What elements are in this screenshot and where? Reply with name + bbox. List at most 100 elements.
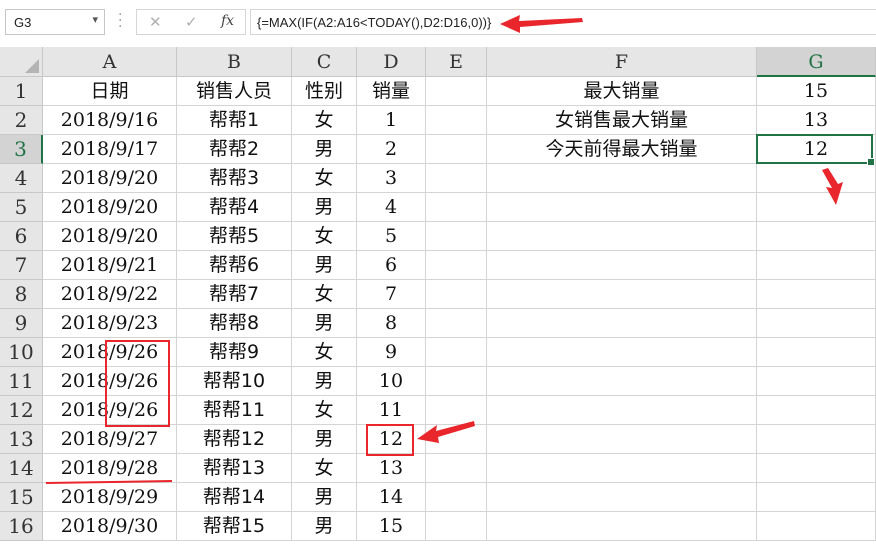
cell-f2[interactable]: 女销售最大销量 [487,106,757,135]
cell-a6[interactable]: 2018/9/20 [43,222,177,251]
cell-e1[interactable] [426,77,487,106]
column-header-d[interactable]: D [357,47,426,77]
cell-d12[interactable]: 11 [357,396,426,425]
cell-a12[interactable]: 2018/9/26 [43,396,177,425]
cell-f10[interactable] [487,338,757,367]
cell-c9[interactable]: 男 [292,309,357,338]
cell-d13[interactable]: 12 [357,425,426,454]
cell-e4[interactable] [426,164,487,193]
cell-a11[interactable]: 2018/9/26 [43,367,177,396]
row-header-12[interactable]: 12 [0,396,43,425]
cell-a15[interactable]: 2018/9/29 [43,483,177,512]
cell-a3[interactable]: 2018/9/17 [43,135,177,164]
cell-b9[interactable]: 帮帮8 [177,309,292,338]
cell-d2[interactable]: 1 [357,106,426,135]
cell-b3[interactable]: 帮帮2 [177,135,292,164]
cell-f5[interactable] [487,193,757,222]
cell-f6[interactable] [487,222,757,251]
cell-b6[interactable]: 帮帮5 [177,222,292,251]
cell-b12[interactable]: 帮帮11 [177,396,292,425]
cell-b8[interactable]: 帮帮7 [177,280,292,309]
row-header-16[interactable]: 16 [0,512,43,541]
cell-e8[interactable] [426,280,487,309]
column-header-e[interactable]: E [426,47,487,77]
column-header-b[interactable]: B [177,47,292,77]
cell-d1[interactable]: 销量 [357,77,426,106]
cell-a13[interactable]: 2018/9/27 [43,425,177,454]
row-header-6[interactable]: 6 [0,222,43,251]
cell-c3[interactable]: 男 [292,135,357,164]
cell-c8[interactable]: 女 [292,280,357,309]
cell-b16[interactable]: 帮帮15 [177,512,292,541]
row-header-10[interactable]: 10 [0,338,43,367]
cell-d15[interactable]: 14 [357,483,426,512]
cell-a7[interactable]: 2018/9/21 [43,251,177,280]
row-header-14[interactable]: 14 [0,454,43,483]
cell-g2[interactable]: 13 [757,106,876,135]
cell-b15[interactable]: 帮帮14 [177,483,292,512]
cell-c14[interactable]: 女 [292,454,357,483]
cell-f11[interactable] [487,367,757,396]
fill-handle[interactable] [867,158,875,166]
row-header-3[interactable]: 3 [0,135,43,164]
cell-c2[interactable]: 女 [292,106,357,135]
cell-g10[interactable] [757,338,876,367]
cell-a10[interactable]: 2018/9/26 [43,338,177,367]
cell-a5[interactable]: 2018/9/20 [43,193,177,222]
cell-f12[interactable] [487,396,757,425]
cell-d16[interactable]: 15 [357,512,426,541]
name-box[interactable]: G3 ▾ [5,9,105,35]
cell-b14[interactable]: 帮帮13 [177,454,292,483]
cell-f1[interactable]: 最大销量 [487,77,757,106]
cell-d14[interactable]: 13 [357,454,426,483]
cell-c6[interactable]: 女 [292,222,357,251]
cell-c12[interactable]: 女 [292,396,357,425]
cell-g8[interactable] [757,280,876,309]
cell-d10[interactable]: 9 [357,338,426,367]
cell-e10[interactable] [426,338,487,367]
cell-d6[interactable]: 5 [357,222,426,251]
row-header-8[interactable]: 8 [0,280,43,309]
cell-e14[interactable] [426,454,487,483]
cell-f14[interactable] [487,454,757,483]
row-header-1[interactable]: 1 [0,77,43,106]
cell-f15[interactable] [487,483,757,512]
cell-f9[interactable] [487,309,757,338]
cell-c1[interactable]: 性别 [292,77,357,106]
chevron-down-icon[interactable]: ▾ [92,13,98,26]
cell-b2[interactable]: 帮帮1 [177,106,292,135]
cell-f8[interactable] [487,280,757,309]
cell-b1[interactable]: 销售人员 [177,77,292,106]
cell-a8[interactable]: 2018/9/22 [43,280,177,309]
row-header-2[interactable]: 2 [0,106,43,135]
cell-g11[interactable] [757,367,876,396]
column-header-c[interactable]: C [292,47,357,77]
cell-e5[interactable] [426,193,487,222]
cell-e3[interactable] [426,135,487,164]
cell-e11[interactable] [426,367,487,396]
cell-e6[interactable] [426,222,487,251]
cell-c4[interactable]: 女 [292,164,357,193]
cell-b10[interactable]: 帮帮9 [177,338,292,367]
cell-e15[interactable] [426,483,487,512]
cell-g6[interactable] [757,222,876,251]
row-header-13[interactable]: 13 [0,425,43,454]
cell-g16[interactable] [757,512,876,541]
cell-a16[interactable]: 2018/9/30 [43,512,177,541]
cell-e12[interactable] [426,396,487,425]
cell-a9[interactable]: 2018/9/23 [43,309,177,338]
cell-a1[interactable]: 日期 [43,77,177,106]
cell-g1[interactable]: 15 [757,77,876,106]
cell-c10[interactable]: 女 [292,338,357,367]
drag-handle-icon[interactable]: · · · [118,8,122,34]
cell-f16[interactable] [487,512,757,541]
cell-g5[interactable] [757,193,876,222]
cell-d11[interactable]: 10 [357,367,426,396]
cell-e2[interactable] [426,106,487,135]
cell-d3[interactable]: 2 [357,135,426,164]
cell-a4[interactable]: 2018/9/20 [43,164,177,193]
cell-c13[interactable]: 男 [292,425,357,454]
cell-b4[interactable]: 帮帮3 [177,164,292,193]
cell-g9[interactable] [757,309,876,338]
cell-c16[interactable]: 男 [292,512,357,541]
